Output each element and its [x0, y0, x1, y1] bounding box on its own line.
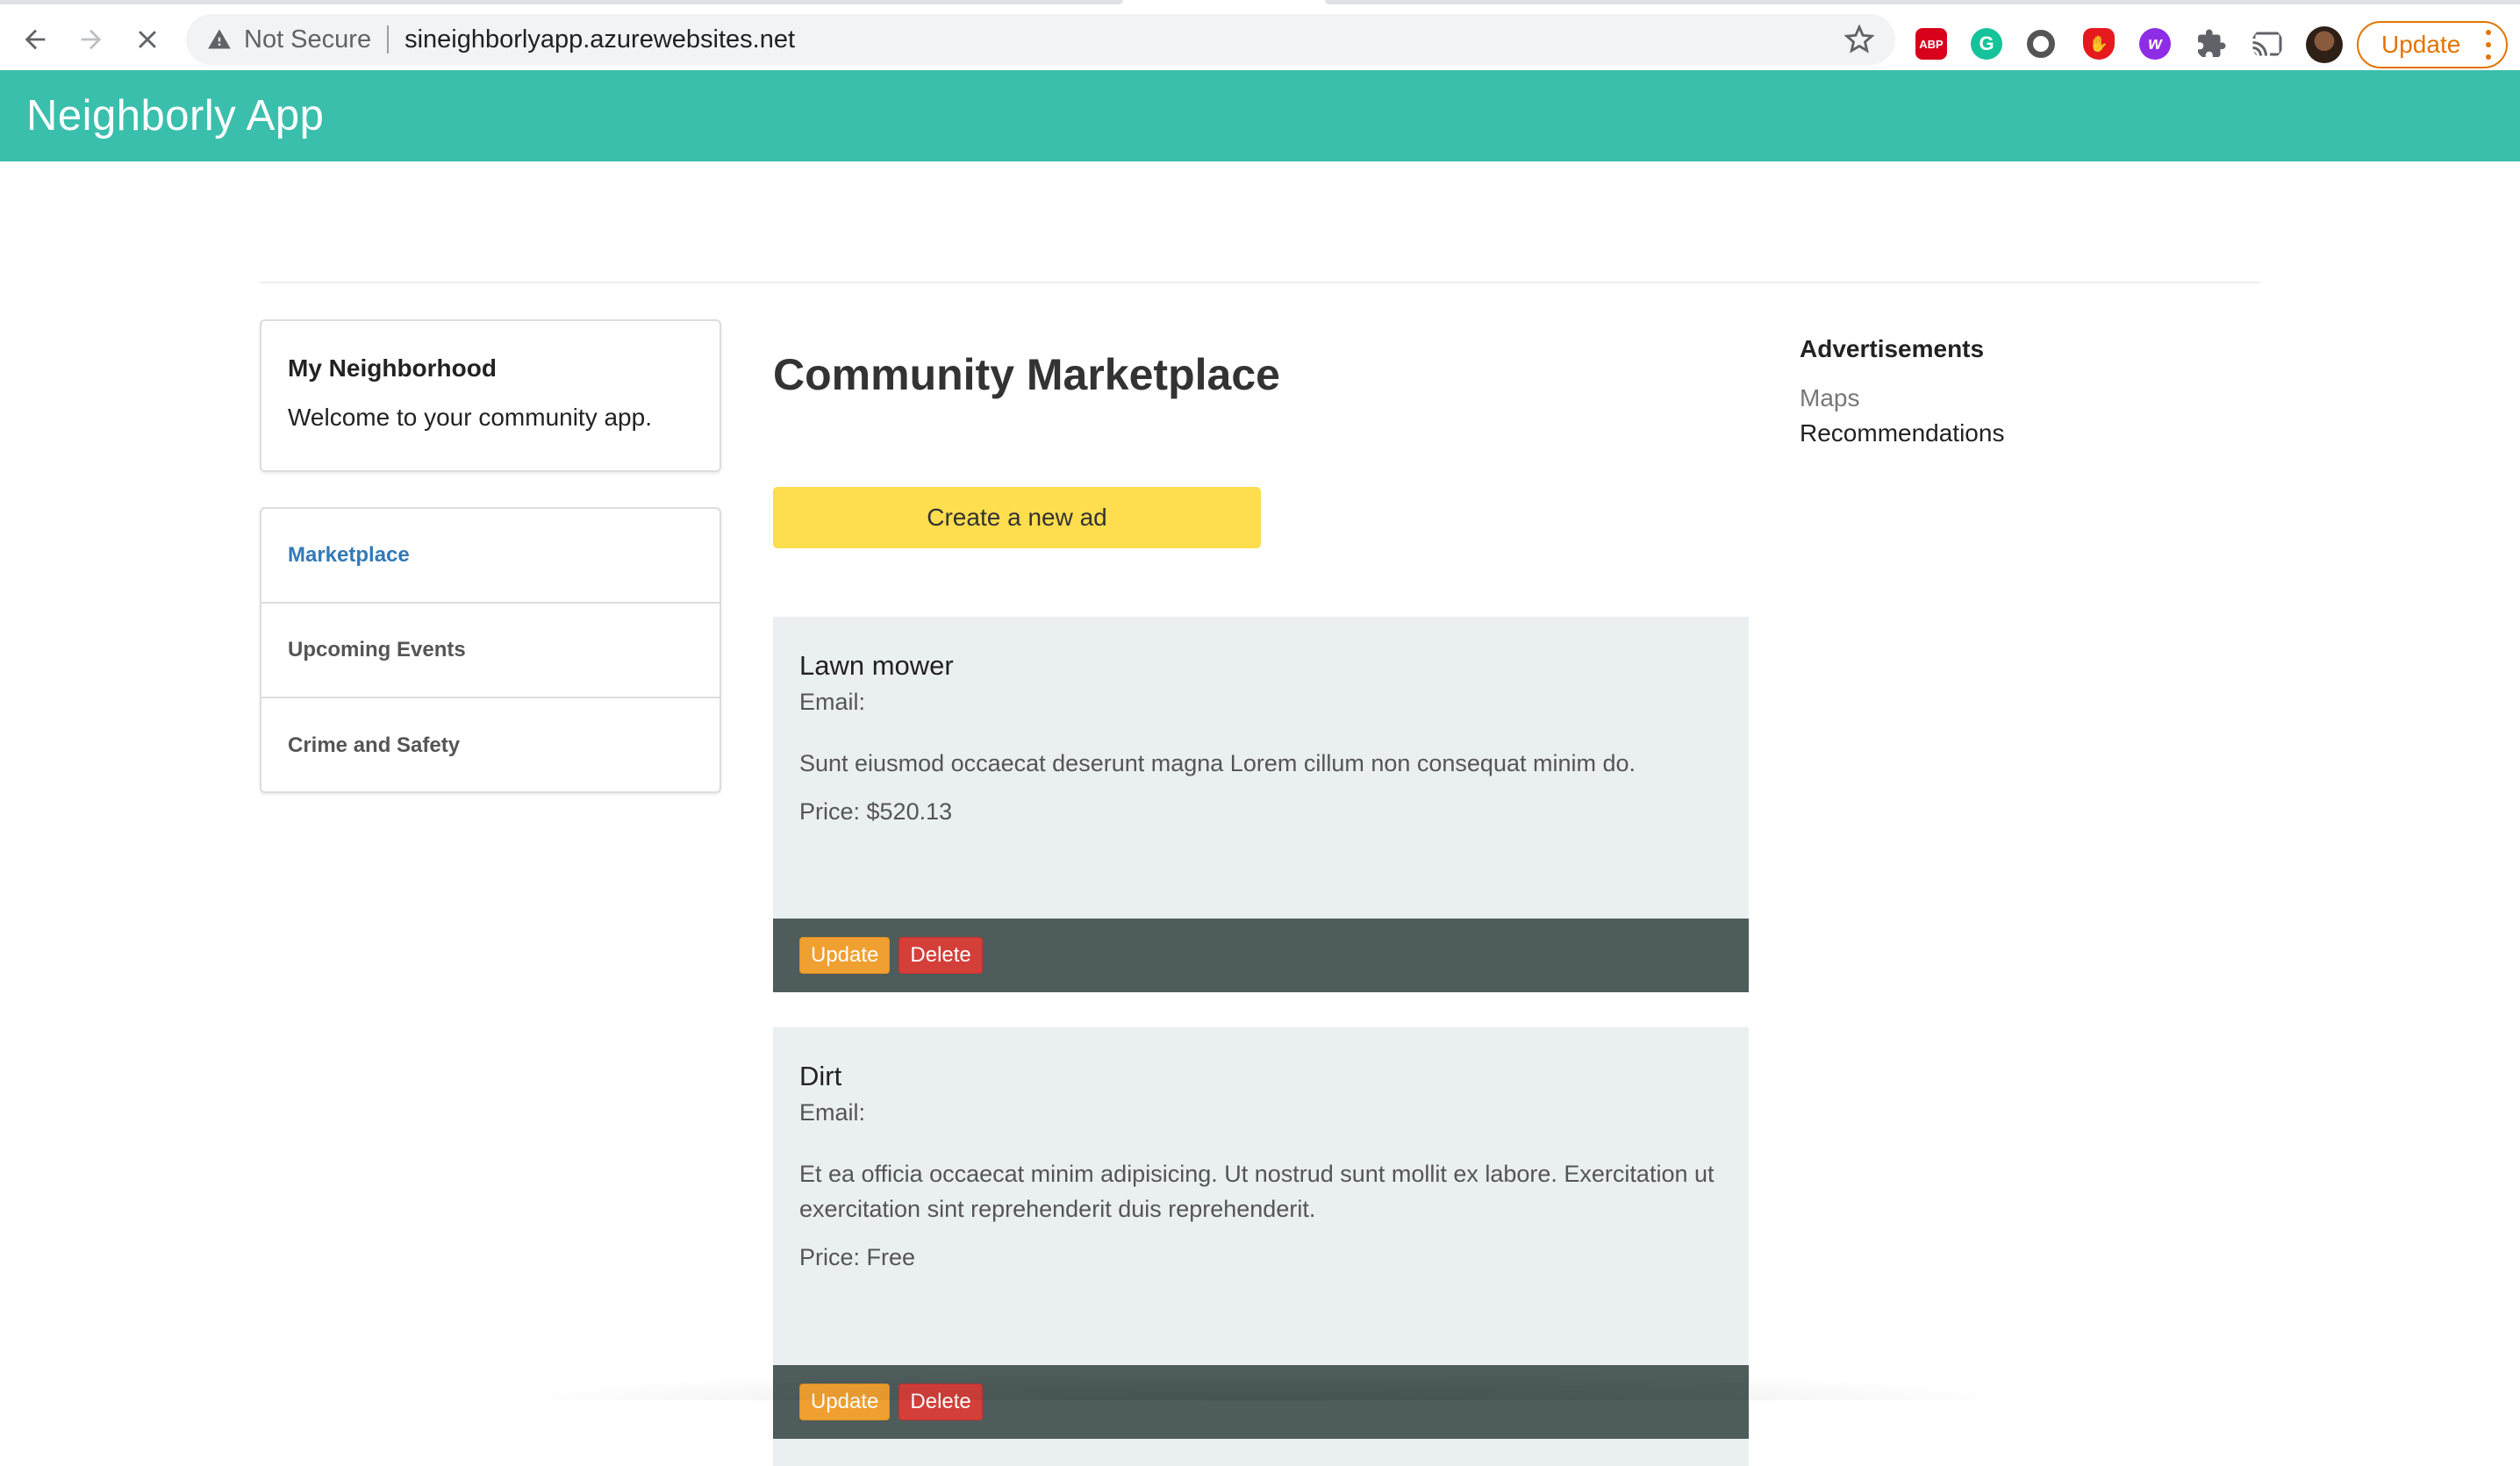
welcome-text: Welcome to your community app.: [288, 404, 652, 431]
ad-email: Email:: [799, 1099, 866, 1126]
warning-icon[interactable]: [207, 27, 232, 52]
ad-actions: Update Delete: [773, 919, 1749, 992]
cast-icon[interactable]: [2252, 28, 2283, 60]
extensions-puzzle-icon[interactable]: [2195, 28, 2227, 60]
advertisements-sidebar: Advertisements Maps Recommendations: [1800, 335, 2004, 454]
browser-update-button[interactable]: Update: [2357, 21, 2508, 68]
page-title: Community Marketplace: [773, 350, 1280, 399]
nav-item-upcoming-events[interactable]: Upcoming Events: [261, 604, 719, 698]
adblock-plus-label: ABP: [1919, 37, 1944, 51]
nav-item-marketplace[interactable]: Marketplace: [261, 509, 719, 604]
nav-item-crime-and-safety[interactable]: Crime and Safety: [261, 698, 719, 793]
scroll-shadow: [491, 1369, 2036, 1400]
app-navbar: Neighborly App: [0, 70, 2520, 161]
recommendations-link[interactable]: Recommendations: [1800, 419, 2004, 447]
adblock-plus-icon[interactable]: ABP: [1915, 28, 1947, 60]
inactive-tab[interactable]: [1325, 0, 2520, 4]
arrow-left-icon: [25, 29, 46, 50]
close-icon: [139, 31, 156, 48]
more-menu-icon[interactable]: [2485, 30, 2492, 60]
ublock-shield-icon[interactable]: ✋: [2083, 28, 2115, 60]
back-button[interactable]: [7, 11, 63, 68]
maps-link[interactable]: Maps: [1800, 384, 2004, 412]
update-button-label: Update: [2381, 31, 2461, 58]
grammarly-icon[interactable]: G: [1971, 28, 2002, 60]
stop-loading-button[interactable]: [119, 11, 175, 68]
divider: [387, 25, 390, 54]
url-text[interactable]: sineighborlyapp.azurewebsites.net: [404, 25, 795, 54]
profile-avatar[interactable]: [2306, 26, 2343, 63]
ad-description: Sunt eiusmod occaecat deserunt magna Lor…: [799, 750, 1636, 776]
app-brand-link[interactable]: Neighborly App: [26, 91, 324, 140]
grammarly-label: G: [1979, 32, 1994, 54]
forward-button[interactable]: [63, 11, 119, 68]
delete-ad-button[interactable]: Delete: [898, 937, 983, 974]
ad-email: Email:: [799, 689, 866, 715]
wappalyzer-label: w: [2148, 33, 2162, 54]
update-ad-button[interactable]: Update: [799, 937, 891, 974]
ad-price: Price: Free: [799, 1244, 916, 1270]
advertisements-title: Advertisements: [1800, 335, 1985, 362]
welcome-title: My Neighborhood: [288, 354, 497, 382]
arrow-right-icon: [81, 29, 102, 50]
ad-title: Lawn mower: [799, 650, 954, 681]
browser-toolbar: Not Secure sineighborlyapp.azurewebsites…: [0, 9, 2520, 70]
ad-card: Dirt Email: Et ea officia occaecat minim…: [773, 1027, 1749, 1466]
bookmark-star-icon[interactable]: [1844, 25, 1874, 54]
welcome-card: My Neighborhood Welcome to your communit…: [260, 319, 721, 472]
create-ad-button[interactable]: Create a new ad: [773, 487, 1261, 548]
inactive-tab[interactable]: [0, 0, 1123, 4]
side-nav: Marketplace Upcoming Events Crime and Sa…: [260, 507, 721, 793]
security-status[interactable]: Not Secure: [244, 25, 371, 54]
ad-title: Dirt: [799, 1061, 842, 1091]
wappalyzer-icon[interactable]: w: [2139, 28, 2171, 60]
address-bar[interactable]: Not Secure sineighborlyapp.azurewebsites…: [186, 14, 1895, 65]
circle-extension-icon[interactable]: [2027, 30, 2055, 58]
ad-price: Price: $520.13: [799, 798, 953, 825]
ad-description: Et ea officia occaecat minim adipisicing…: [799, 1161, 1715, 1222]
ad-card: Lawn mower Email: Sunt eiusmod occaecat …: [773, 617, 1749, 992]
divider: [260, 282, 2260, 283]
